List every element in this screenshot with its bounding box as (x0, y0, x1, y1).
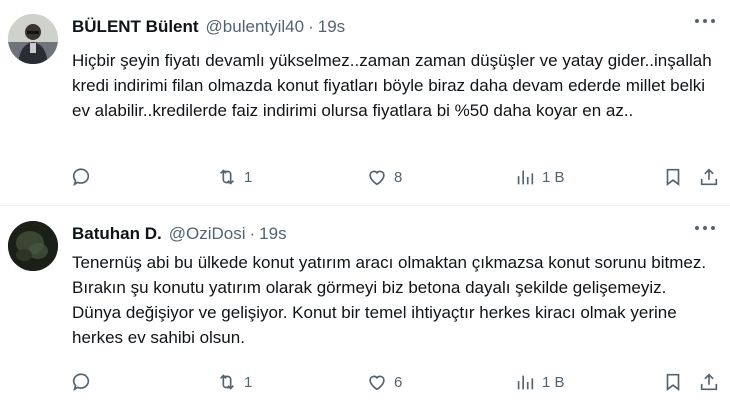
tweet-header: Batuhan D. @OziDosi · 19s (72, 224, 287, 246)
views-button[interactable]: 1 B (514, 162, 565, 192)
bookmark-button[interactable] (662, 367, 684, 397)
like-count: 6 (394, 373, 403, 391)
separator-dot: · (308, 17, 314, 36)
tweet[interactable]: BÜLENT Bülent @bulentyil40 · 19s Hiçbir … (0, 0, 730, 206)
views-count: 1 B (542, 168, 565, 186)
retweet-button[interactable]: 1 (216, 367, 252, 397)
tweet-header: BÜLENT Bülent @bulentyil40 · 19s (72, 17, 345, 39)
heart-icon (369, 375, 385, 391)
tweet-text: Hiçbir şeyin fiyatı devamlı yükselmez..z… (72, 51, 712, 120)
user-handle[interactable]: @bulentyil40 (206, 17, 305, 37)
views-icon (517, 170, 534, 185)
views-icon (517, 375, 534, 390)
tweet-divider (0, 205, 730, 206)
share-button[interactable] (698, 367, 720, 397)
like-button[interactable]: 6 (366, 367, 402, 397)
reply-icon (72, 373, 90, 392)
tweet[interactable]: Batuhan D. @OziDosi · 19s Tenernüş abi b… (0, 207, 730, 420)
views-count: 1 B (542, 373, 565, 391)
heart-icon (369, 170, 385, 186)
avatar[interactable] (8, 14, 58, 64)
retweet-button[interactable]: 1 (216, 162, 252, 192)
bookmark-icon (666, 168, 680, 186)
reply-button[interactable] (70, 162, 92, 192)
action-bar: 1 6 1 B (66, 367, 726, 397)
bookmark-button[interactable] (662, 162, 684, 192)
reply-icon (72, 168, 90, 187)
bookmark-icon (666, 373, 680, 391)
views-button[interactable]: 1 B (514, 367, 565, 397)
avatar[interactable] (8, 221, 58, 271)
timestamp[interactable]: 19s (259, 224, 286, 244)
retweet-icon (219, 374, 235, 390)
share-icon (700, 168, 718, 186)
like-count: 8 (394, 168, 403, 186)
timestamp[interactable]: 19s (318, 17, 345, 37)
like-button[interactable]: 8 (366, 162, 402, 192)
user-handle[interactable]: @OziDosi (169, 224, 246, 244)
action-bar: 1 8 1 B (66, 162, 726, 192)
share-icon (700, 373, 718, 391)
more-icon[interactable] (694, 225, 716, 231)
avatar-photo (8, 14, 58, 64)
reply-button[interactable] (70, 367, 92, 397)
separator-dot: · (249, 224, 256, 243)
display-name[interactable]: Batuhan D. (72, 224, 162, 244)
retweet-count: 1 (244, 373, 253, 391)
display-name[interactable]: BÜLENT Bülent (72, 17, 199, 37)
share-button[interactable] (698, 162, 720, 192)
more-icon[interactable] (694, 18, 716, 24)
tweet-text: Tenernüş abi bu ülkede konut yatırım ara… (72, 253, 707, 347)
retweet-count: 1 (244, 168, 253, 186)
avatar-photo (8, 221, 58, 271)
retweet-icon (219, 169, 235, 185)
